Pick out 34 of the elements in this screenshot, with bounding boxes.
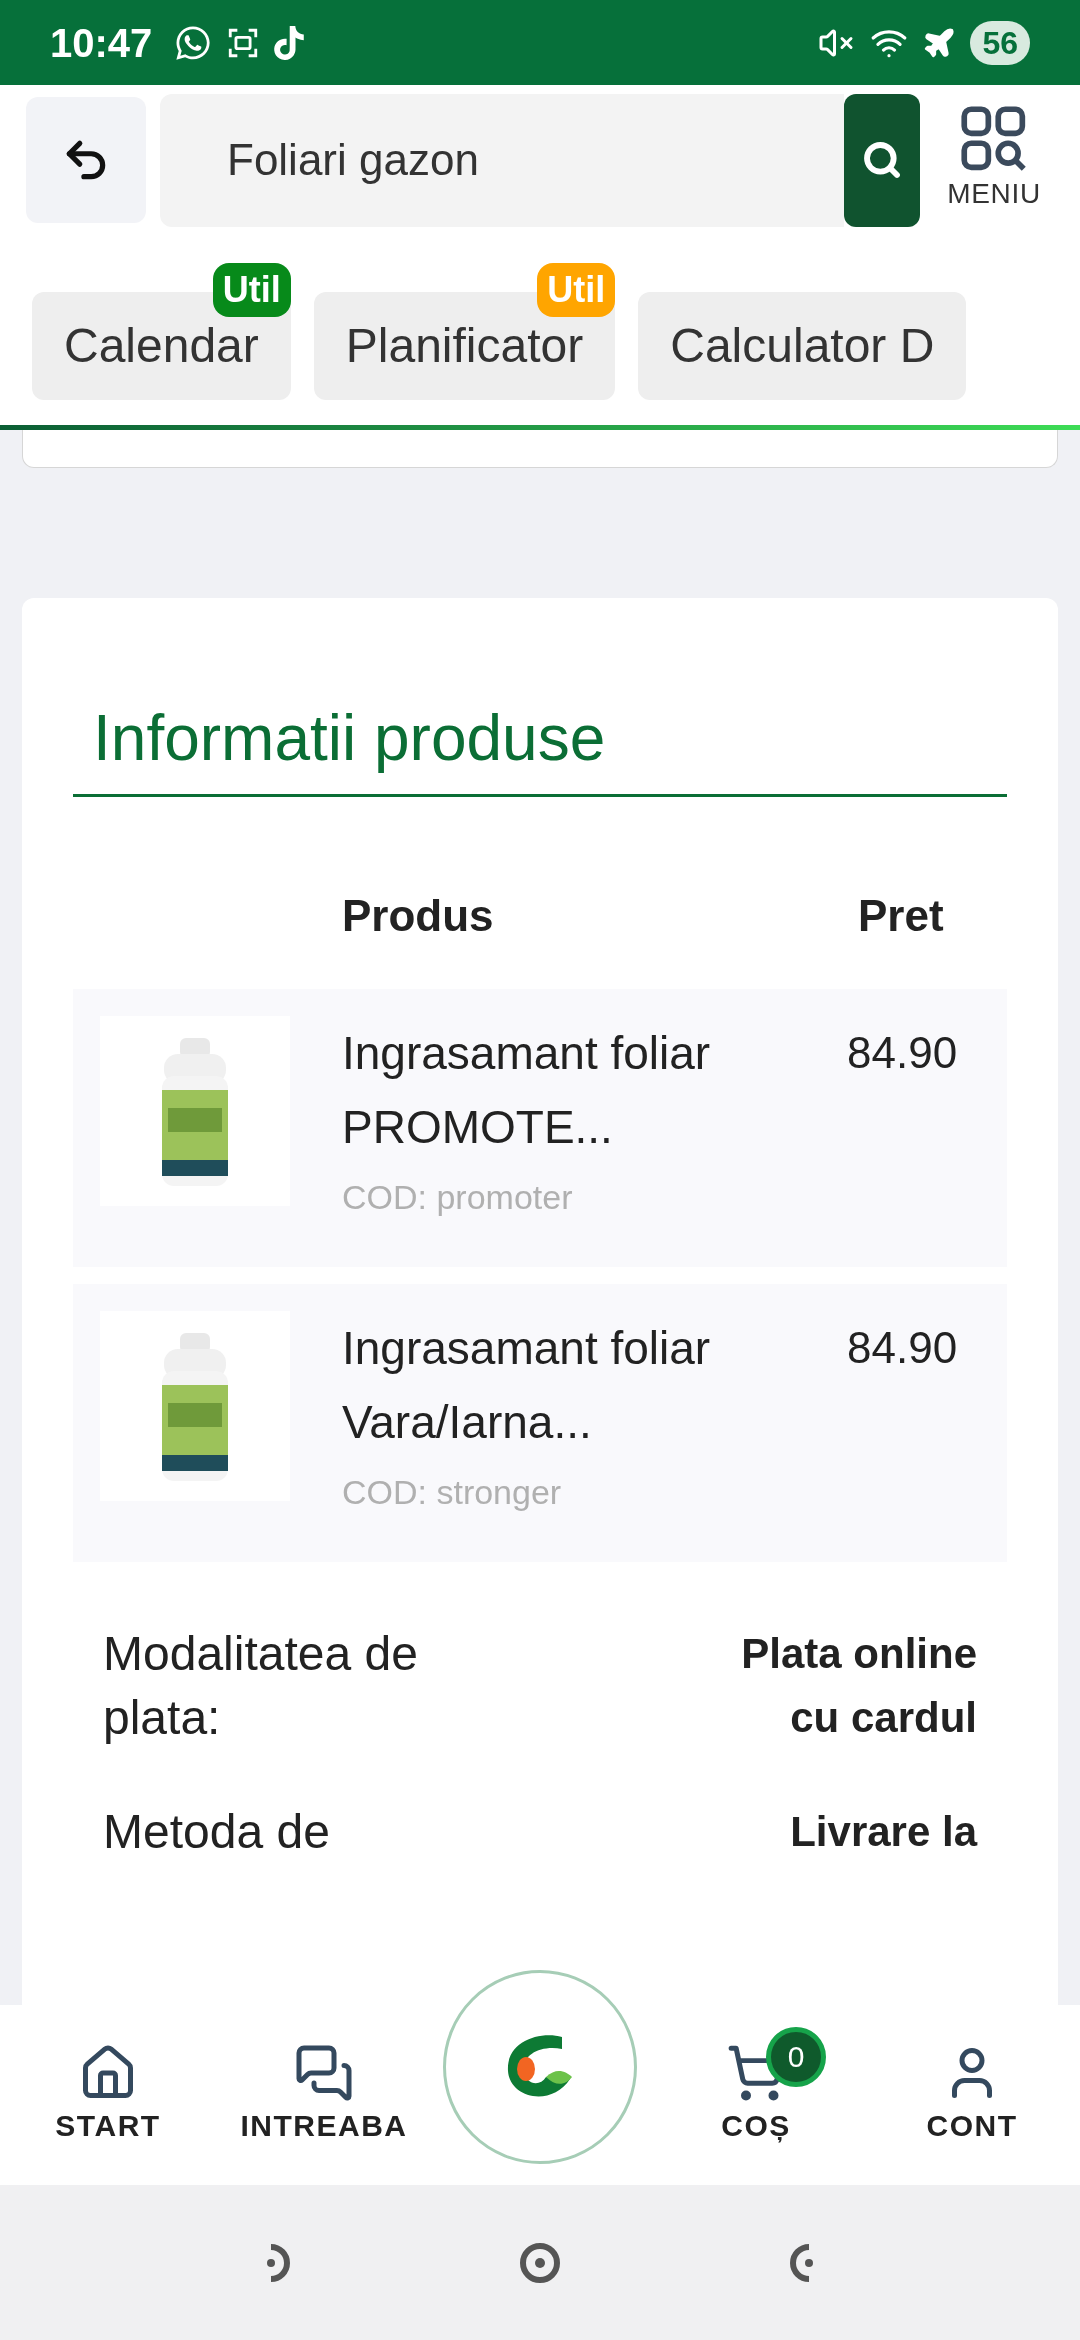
product-code: COD: stronger [342,1472,563,1513]
product-code: COD: promoter [342,1177,574,1218]
back-button[interactable] [26,97,146,223]
nav-tab[interactable]: CONT [864,2042,1080,2148]
column-header: Pret [858,890,945,942]
nav-tab[interactable]: START [0,2042,216,2148]
battery-indicator: 56 [970,20,1030,65]
grid-search-icon [960,105,1028,173]
search-button[interactable] [844,93,920,227]
detail-label: Modalitatea de plata: [103,1626,419,1746]
product-row[interactable]: Ingrasamant foliar PROMOTE... COD: promoter 84.90 [73,989,1007,1267]
music-note-icon [272,25,307,60]
section-title: Informatii produse [92,701,607,776]
nav-tab[interactable]: INTREABA [216,2042,432,2148]
product-price: 84.90 [847,1027,959,1079]
tab-badge: Util [212,263,291,317]
tab-badge: Util [537,263,616,317]
product-name: Ingrasamant foliar PROMOTE... [342,1026,712,1155]
product-row[interactable]: Ingrasamant foliar Vara/Iarna... COD: stronger 84.90 [73,1284,1007,1562]
category-tab[interactable]: Calculator D [638,292,967,400]
status-time: 10:47 [50,19,153,67]
search-field[interactable]: Foliari gazon [160,93,844,227]
airplane-icon [922,25,957,60]
search-icon [862,140,902,180]
chat-app-icon [174,23,213,62]
product-name: Ingrasamant foliar Vara/Iarna... [342,1321,712,1450]
detail-label: Metoda de [103,1804,331,1860]
cart-count-badge: 0 [766,2026,826,2087]
detail-value: Plata online cu cardul [740,1629,977,1743]
product-price: 84.90 [847,1322,959,1374]
column-header: Produs [342,890,495,942]
menu-button[interactable]: MENIU [934,105,1054,215]
home-gesture-icon[interactable] [518,2240,562,2285]
detail-value: Livrare la [789,1807,977,1857]
